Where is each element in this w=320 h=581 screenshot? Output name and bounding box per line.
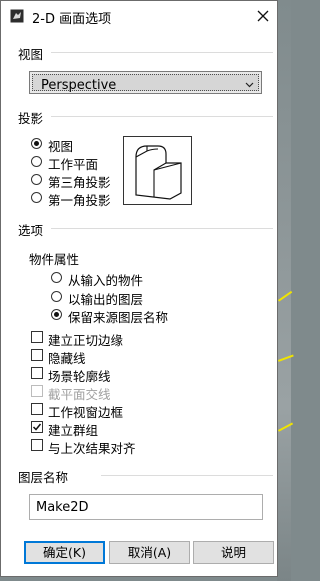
radio-icon [31, 192, 42, 203]
checkbox-icon [31, 331, 43, 343]
radio-label: 第三角投影 [48, 175, 111, 190]
radio-label: 保留来源图层名称 [68, 310, 169, 325]
checkbox-icon [31, 385, 43, 397]
divider [101, 475, 273, 476]
radio-icon [51, 272, 62, 283]
checkbox-icon [31, 349, 43, 361]
view-section-label: 视图 [18, 47, 44, 62]
view-dropdown[interactable]: Perspective [29, 71, 262, 94]
radio-icon [51, 309, 62, 320]
radio-label: 从输入的物件 [68, 273, 144, 288]
close-icon[interactable] [254, 7, 272, 25]
chevron-down-icon [245, 82, 254, 88]
cancel-button[interactable]: 取消(A) [109, 541, 190, 564]
layer-name-section-label: 图层名称 [18, 470, 69, 485]
checkbox-label: 建立群组 [48, 423, 99, 438]
ok-button[interactable]: 确定(K) [24, 541, 105, 564]
layer-name-input[interactable]: Make2D [29, 494, 263, 520]
checkbox-label: 建立正切边缘 [48, 333, 124, 348]
radio-label: 以输出的图层 [68, 292, 144, 307]
radio-icon [31, 138, 42, 149]
divider [51, 116, 273, 117]
layer-name-value: Make2D [36, 500, 89, 515]
object-properties-label: 物件属性 [29, 252, 80, 267]
checkbox-icon [31, 367, 43, 379]
radio-icon [31, 156, 42, 167]
view-dropdown-value: Perspective [41, 78, 117, 93]
checkbox-label: 隐藏线 [48, 351, 86, 366]
checkbox-label: 与上次结果对齐 [48, 441, 136, 456]
radio-label: 工作平面 [48, 157, 99, 172]
projection-preview [123, 136, 192, 205]
rhino-app-icon [10, 9, 24, 23]
make2d-dialog: 2-D 画面选项 视图 Perspective 投影 视图 工作平面 第三角投影… [0, 0, 278, 577]
projection-section-label: 投影 [18, 111, 44, 126]
projection-preview-icon [135, 145, 182, 200]
options-section-label: 选项 [18, 223, 44, 238]
divider [51, 228, 273, 229]
radio-icon [31, 174, 42, 185]
viewport-background [277, 0, 291, 581]
divider [51, 52, 273, 53]
radio-icon [51, 291, 62, 302]
radio-label: 视图 [48, 139, 74, 154]
checkbox-icon [31, 421, 43, 433]
checkmark-icon [32, 423, 42, 431]
help-button[interactable]: 说明 [193, 541, 274, 564]
checkbox-icon [31, 403, 43, 415]
radio-label: 第一角投影 [48, 193, 111, 208]
checkbox-label: 截平面交线 [48, 387, 111, 402]
checkbox-icon [31, 439, 43, 451]
window-title: 2-D 画面选项 [32, 12, 112, 27]
checkbox-label: 工作视窗边框 [48, 405, 124, 420]
checkbox-label: 场景轮廓线 [48, 369, 111, 384]
title-bar[interactable]: 2-D 画面选项 [1, 1, 277, 31]
